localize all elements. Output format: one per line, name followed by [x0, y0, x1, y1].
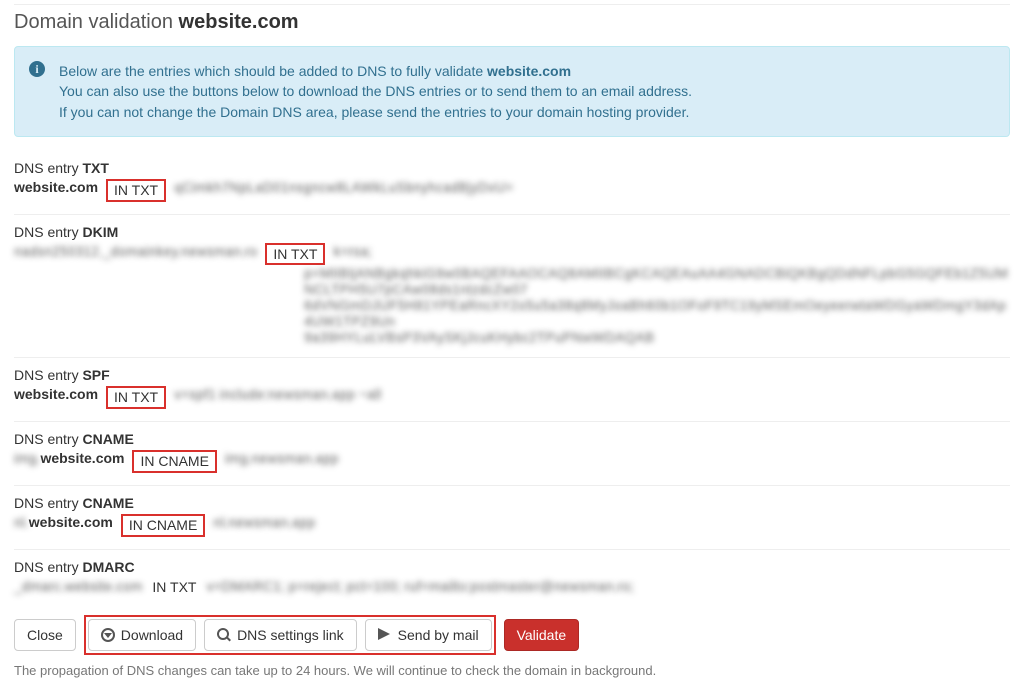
search-icon: [217, 628, 231, 642]
dns-value: k=rsa;: [333, 243, 372, 259]
dns-entry-label: DNS entry: [14, 160, 82, 176]
dns-hostname: website.com: [14, 179, 98, 195]
alert-line-1: Below are the entries which should be ad…: [59, 61, 995, 81]
download-button-label: Download: [121, 627, 183, 643]
dns-entry-row: website.com IN TXT v=spf1 include:newsman.…: [14, 386, 1010, 409]
dns-entry-type: DMARC: [82, 559, 134, 575]
dns-value: img.newsman.app: [225, 450, 339, 466]
dns-entry-head: DNS entry SPF: [14, 367, 1010, 383]
dns-entry-row: nadsn250312._domainkey.newsman.ro IN TXT k…: [14, 243, 1010, 266]
dns-entry-head: DNS entry CNAME: [14, 431, 1010, 447]
validate-button[interactable]: Validate: [504, 619, 580, 651]
dns-hostname: img.website.com: [14, 450, 124, 466]
dns-entry-row: _dmarc.website.com IN TXT v=DMARC1; p=reje…: [14, 578, 1010, 597]
dns-entry-head: DNS entry DKIM: [14, 224, 1010, 240]
dns-settings-link-button[interactable]: DNS settings link: [204, 619, 357, 651]
info-icon: i: [29, 61, 45, 77]
dns-record-type: IN CNAME: [132, 450, 216, 473]
dns-entry-type: CNAME: [82, 431, 133, 447]
dns-value-line: 6dVNGmDJUF5H81YPEaRncXY2o5u5a38q8MyJoaBh…: [304, 297, 1010, 329]
dns-value: v=DMARC1; p=reject; pct=100; ruf=mailto:…: [206, 578, 633, 594]
dns-record-type: IN TXT: [150, 578, 198, 597]
alert-line-1a: Below are the entries which should be ad…: [59, 63, 487, 79]
title-prefix: Domain validation: [14, 11, 173, 33]
dns-entry-type: DKIM: [82, 224, 118, 240]
download-icon: [101, 628, 115, 642]
alert-line-3: If you can not change the Domain DNS are…: [59, 102, 995, 122]
dns-entry-row: nl.website.com IN CNAME nl.newsman.app: [14, 514, 1010, 537]
dns-entry-head: DNS entry DMARC: [14, 559, 1010, 575]
dns-hostname: nadsn250312._domainkey.newsman.ro: [14, 243, 257, 259]
dns-hostname: _dmarc.website.com: [14, 578, 142, 594]
dns-value-block: p=MIIBIjANBgkqhkiG9w0BAQEFAAOCAQ8AMIIBCg…: [304, 265, 1010, 345]
send-by-mail-label: Send by mail: [398, 627, 479, 643]
info-alert: i Below are the entries which should be …: [14, 46, 1010, 137]
dns-entry-type: SPF: [82, 367, 109, 383]
highlighted-button-group: Download DNS settings link Send by mail: [84, 615, 496, 655]
dns-value: qCimkh7NpLaD01nsgncw8LAWkLuSbnyhcadBjyDv…: [174, 179, 513, 195]
dns-value: v=spf1 include:newsman.app ~all: [174, 386, 381, 402]
dns-hostname: nl.website.com: [14, 514, 113, 530]
dns-settings-link-label: DNS settings link: [237, 627, 344, 643]
dns-entries: DNS entry TXT website.com IN TXT qCimkh7NpL…: [14, 151, 1010, 609]
dns-record-type: IN TXT: [265, 243, 325, 266]
dns-entry-row: website.com IN TXT qCimkh7NpLaD01nsgncw8LA…: [14, 179, 1010, 202]
dns-entry: DNS entry CNAMEnl.website.comIN CNAMEnl.…: [14, 486, 1010, 550]
dns-entry-label: DNS entry: [14, 431, 82, 447]
dns-record-type: IN CNAME: [121, 514, 205, 537]
dns-entry-label: DNS entry: [14, 495, 82, 511]
dns-record-type: IN TXT: [106, 179, 166, 202]
dns-entry-label: DNS entry: [14, 559, 82, 575]
close-button[interactable]: Close: [14, 619, 76, 651]
title-domain: website.com: [179, 11, 299, 33]
dns-entry: DNS entry CNAMEimg.website.comIN CNAMEim…: [14, 422, 1010, 486]
dns-record-type: IN TXT: [106, 386, 166, 409]
dns-value-line: p=MIIBIjANBgkqhkiG9w0BAQEFAAOCAQ8AMIIBCg…: [304, 265, 1010, 297]
dns-entry-row: img.website.com IN CNAME img.newsman.app: [14, 450, 1010, 473]
download-button[interactable]: Download: [88, 619, 196, 651]
propagation-footnote: The propagation of DNS changes can take …: [14, 663, 1010, 678]
dns-entry-label: DNS entry: [14, 224, 82, 240]
dns-entry-label: DNS entry: [14, 367, 82, 383]
dns-entry-head: DNS entry CNAME: [14, 495, 1010, 511]
dns-entry-type: TXT: [82, 160, 108, 176]
dns-entry-head: DNS entry TXT: [14, 160, 1010, 176]
dns-value-line: 9a39HYLuLVBsP3VAySKjJcuKHybc2TPuPNwWDAQA…: [304, 329, 1010, 345]
page-title: Domain validation website.com: [14, 11, 1010, 34]
dns-entry: DNS entry TXT website.com IN TXT qCimkh7NpL…: [14, 151, 1010, 215]
send-icon: [378, 628, 392, 642]
send-by-mail-button[interactable]: Send by mail: [365, 619, 492, 651]
dns-hostname: website.com: [14, 386, 98, 402]
alert-line-2: You can also use the buttons below to do…: [59, 81, 995, 101]
dns-entry: DNS entry DMARC _dmarc.website.com IN TXT v…: [14, 550, 1010, 609]
action-bar: Close Download DNS settings link Send by…: [14, 615, 1010, 655]
dns-entry-type: CNAME: [82, 495, 133, 511]
alert-line-1-domain: website.com: [487, 63, 571, 79]
dns-entry: DNS entry DKIM nadsn250312._domainkey.new…: [14, 215, 1010, 359]
dns-entry: DNS entry SPF website.com IN TXT v=spf1 inc…: [14, 358, 1010, 422]
dns-value: nl.newsman.app: [213, 514, 315, 530]
